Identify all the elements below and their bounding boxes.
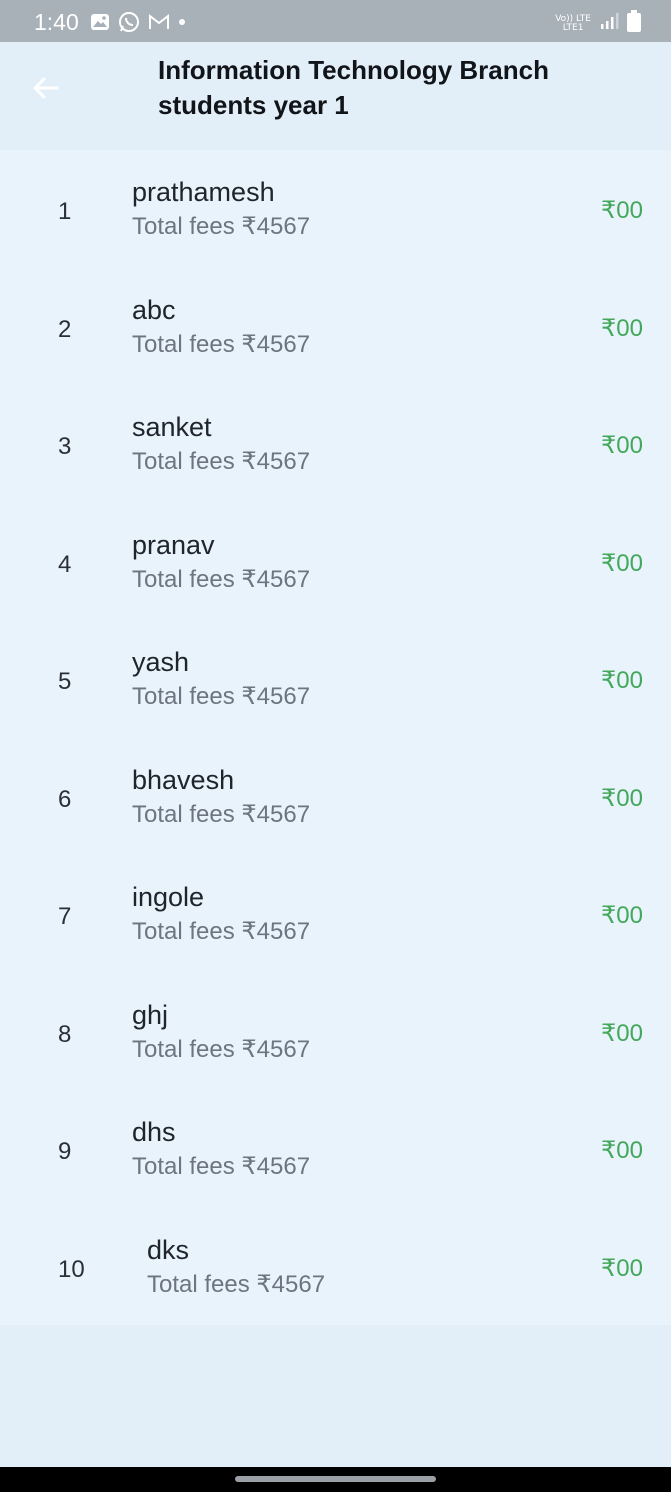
student-row[interactable]: 7 ingole Total fees ₹4567 ₹00 — [0, 855, 671, 973]
page-title: Information Technology Branch students y… — [158, 55, 549, 120]
student-row[interactable]: 4 pranav Total fees ₹4567 ₹00 — [0, 503, 671, 621]
student-row[interactable]: 8 ghj Total fees ₹4567 ₹00 — [0, 973, 671, 1091]
student-list: 1 prathamesh Total fees ₹4567 ₹00 2 abc … — [0, 150, 671, 1325]
student-name: yash — [132, 647, 190, 677]
paid-amount: ₹00 — [601, 1137, 643, 1164]
total-fees: Total fees ₹4567 — [132, 565, 311, 593]
signal-icon — [599, 12, 619, 35]
paid-amount: ₹00 — [601, 314, 643, 342]
notification-icons — [90, 11, 186, 33]
student-name: abc — [132, 294, 176, 325]
back-button[interactable] — [26, 70, 66, 110]
student-row[interactable]: 3 sanket Total fees ₹4567 ₹00 — [0, 385, 671, 503]
row-index: 5 — [58, 668, 72, 695]
student-row[interactable]: 1 prathamesh Total fees ₹4567 ₹00 — [0, 150, 671, 268]
total-fees: Total fees ₹4567 — [132, 800, 311, 828]
total-fees: Total fees ₹4567 — [132, 1153, 311, 1180]
student-name: pranav — [132, 529, 215, 560]
student-name: ghj — [132, 999, 169, 1030]
student-row[interactable]: 10 dks Total fees ₹4567 ₹00 — [0, 1208, 671, 1326]
total-fees: Total fees ₹4567 — [132, 683, 311, 710]
student-row[interactable]: 9 dhs Total fees ₹4567 ₹00 — [0, 1090, 671, 1208]
paid-amount: ₹00 — [601, 784, 643, 812]
paid-amount: ₹00 — [601, 432, 643, 459]
row-index: 10 — [58, 1255, 85, 1283]
student-name: dhs — [132, 1117, 176, 1147]
paid-amount: ₹00 — [601, 1254, 643, 1282]
dot-icon — [178, 18, 186, 26]
status-bar: 1:40 Vo)) LTE LTE1 — [0, 0, 671, 42]
home-gesture-handle[interactable] — [235, 1476, 436, 1482]
total-fees: Total fees ₹4567 — [132, 213, 311, 240]
row-index: 7 — [58, 903, 72, 930]
gmail-icon — [148, 13, 170, 31]
student-name: sanket — [132, 412, 212, 442]
student-row[interactable]: 2 abc Total fees ₹4567 ₹00 — [0, 268, 671, 386]
total-fees: Total fees ₹4567 — [132, 918, 311, 945]
arrow-left-icon — [31, 73, 61, 108]
row-index: 1 — [58, 198, 72, 225]
student-name: dks — [147, 1234, 190, 1265]
total-fees: Total fees ₹4567 — [147, 1270, 326, 1298]
row-index: 9 — [58, 1138, 72, 1165]
total-fees: Total fees ₹4567 — [132, 1035, 311, 1063]
row-index: 6 — [58, 785, 72, 813]
total-fees: Total fees ₹4567 — [132, 330, 311, 358]
row-index: 8 — [58, 1020, 72, 1048]
paid-amount: ₹00 — [601, 1019, 643, 1047]
row-index: 3 — [58, 433, 72, 460]
student-name: bhavesh — [132, 764, 235, 795]
student-row[interactable]: 5 yash Total fees ₹4567 ₹00 — [0, 620, 671, 738]
student-row[interactable]: 6 bhavesh Total fees ₹4567 ₹00 — [0, 738, 671, 856]
status-time: 1:40 — [34, 9, 79, 35]
system-icons: Vo)) LTE LTE1 — [555, 10, 641, 37]
gallery-icon — [90, 13, 110, 31]
row-index: 4 — [58, 550, 72, 578]
network-indicator: Vo)) LTE LTE1 — [555, 14, 591, 33]
student-name: ingole — [132, 882, 205, 912]
whatsapp-icon — [118, 11, 140, 33]
paid-amount: ₹00 — [601, 667, 643, 694]
battery-icon — [627, 10, 641, 37]
total-fees: Total fees ₹4567 — [132, 448, 311, 475]
paid-amount: ₹00 — [601, 549, 643, 577]
paid-amount: ₹00 — [601, 197, 643, 224]
empty-area — [0, 1325, 671, 1467]
paid-amount: ₹00 — [601, 902, 643, 929]
student-name: prathamesh — [132, 177, 275, 207]
navigation-bar — [0, 1467, 671, 1492]
app-bar: Information Technology Branch students y… — [0, 42, 671, 150]
net-bottom-label: LTE1 — [562, 22, 584, 33]
row-index: 2 — [58, 315, 72, 343]
